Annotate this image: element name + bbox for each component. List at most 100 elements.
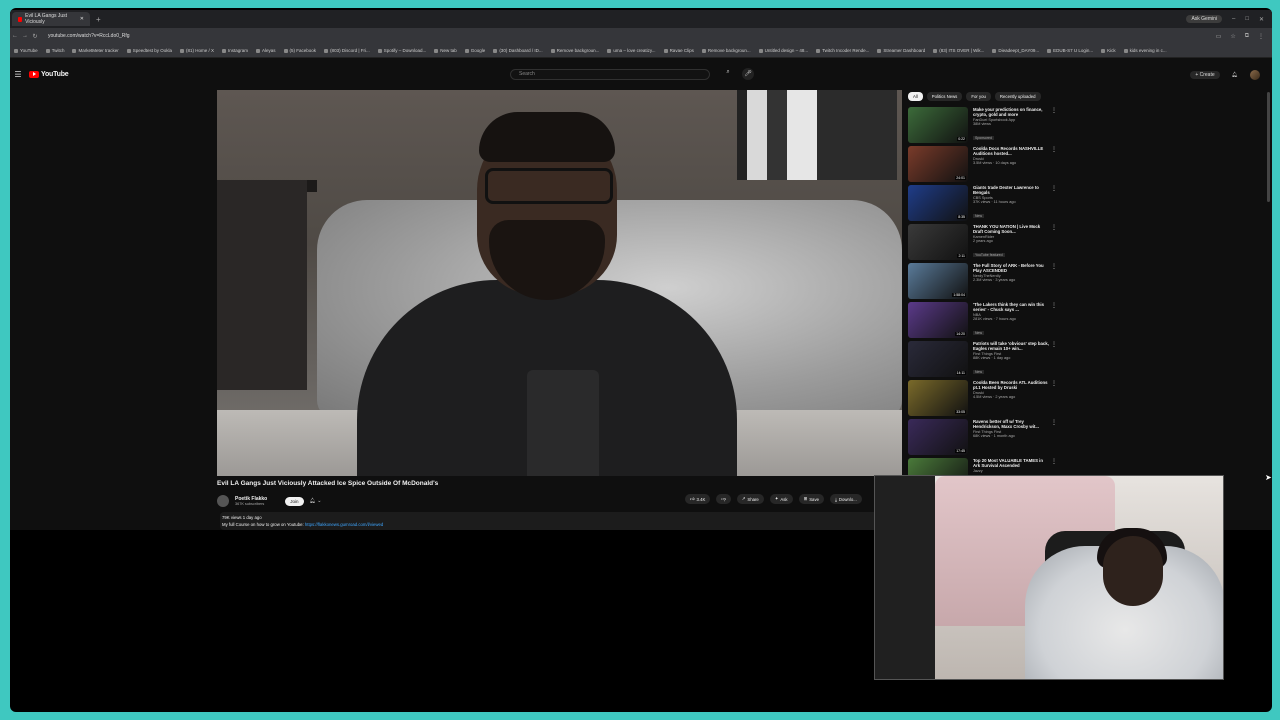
close-icon[interactable]: ✕ [80, 16, 84, 22]
filter-chip[interactable]: All [908, 92, 923, 101]
url-field[interactable]: youtube.com/watch?v=RccLdo0_Rfg [48, 33, 130, 39]
bookmark-item[interactable]: Kick [1101, 48, 1116, 53]
channel-avatar[interactable] [217, 495, 229, 507]
create-button[interactable]: + Create [1190, 71, 1220, 79]
back-icon[interactable]: ← [10, 33, 20, 39]
browser-tab[interactable]: Evil LA Gangs Just Viciously ✕ [12, 12, 90, 26]
bookmark-item[interactable]: New tab [434, 48, 457, 53]
more-options-icon[interactable]: ⋮ [1051, 146, 1057, 184]
recommendation-thumbnail[interactable]: 17:45 [908, 419, 968, 455]
reload-icon[interactable]: ↻ [30, 33, 40, 40]
bookmark-item[interactable]: (803) Discord | Fri... [324, 48, 370, 53]
bookmark-item[interactable]: Ravae Clips [663, 48, 694, 53]
recommendation-item[interactable]: 2:11 THANK YOU NATION | Live Mock Draft C… [908, 224, 1058, 262]
bookmark-item[interactable]: Dieadeept_DAY09... [992, 48, 1039, 53]
recommendation-item[interactable]: 8:35 Giants trade Dexter Lawrence to Beng… [908, 185, 1058, 223]
share-button[interactable]: ↗ Share [736, 494, 764, 504]
download-button[interactable]: ⤓ Downlo... [829, 494, 862, 504]
notifications-bell-icon[interactable]: 🔔︎ [1232, 72, 1238, 78]
recommendation-title[interactable]: Make your predictions on finance, crypto… [973, 107, 1049, 117]
save-button[interactable]: ⊞ Save [798, 494, 824, 504]
more-options-icon[interactable]: ⋮ [1051, 224, 1057, 262]
search-input[interactable]: Search [510, 69, 710, 80]
bookmark-item[interactable]: Speedtest by Ookla [126, 48, 172, 53]
recommendation-thumbnail[interactable]: 8:35 [908, 185, 968, 221]
bookmark-item[interactable]: Remove backgroun... [701, 48, 751, 53]
bookmark-item[interactable]: Remove backgroun... [550, 48, 599, 53]
video-player[interactable] [217, 90, 902, 476]
recommendation-item[interactable]: 14:11 Patriots will take 'obvious' step b… [908, 341, 1058, 379]
recommendation-item[interactable]: 24:01 Coolda Docs Records NASHVILLE Audit… [908, 146, 1058, 184]
more-options-icon[interactable]: ⋮ [1051, 263, 1057, 301]
bookmark-item[interactable]: uma – love creatizy... [607, 48, 656, 53]
subscription-bell-icon[interactable]: 🔔︎ ⌄ [310, 498, 322, 504]
recommendation-title[interactable]: 'The Lakers think they can win this seri… [973, 302, 1049, 312]
ask-gemini-button[interactable]: Ask Gemini [1186, 15, 1222, 23]
recommendation-title[interactable]: Patriots will take 'obvious' step back, … [973, 341, 1049, 351]
recommendation-item[interactable]: 17:45 Ravens better off w/ Trey Hendricks… [908, 419, 1058, 457]
recommendation-item[interactable]: 14:20 'The Lakers think they can win this… [908, 302, 1058, 340]
window-close-icon[interactable]: ✕ [1259, 16, 1264, 23]
ask-button[interactable]: ✦ Ask [769, 494, 793, 504]
menu-icon[interactable]: ⋮ [1258, 33, 1264, 40]
recommendation-item[interactable]: 33:05 Coolda Been Records ATL Auditions p… [908, 380, 1058, 418]
recommendation-thumbnail[interactable]: 0:22 [908, 107, 968, 143]
bookmark-item[interactable]: Instagram [222, 48, 248, 53]
recommendation-title[interactable]: Coolda Docs Records NASHVILLE Auditions … [973, 146, 1049, 156]
more-options-icon[interactable]: ⋮ [1051, 341, 1057, 379]
bookmark-item[interactable]: (5) Facebook [283, 48, 316, 53]
forward-icon[interactable]: → [20, 33, 30, 39]
bookmark-item[interactable]: Twitch Incoder Rende... [816, 48, 869, 53]
recommendation-item[interactable]: 1:58:04 The Full Story of ARK - Before Yo… [908, 263, 1058, 301]
recommendation-thumbnail[interactable]: 33:05 [908, 380, 968, 416]
recommendation-title[interactable]: THANK YOU NATION | Live Mock Draft Comin… [973, 224, 1049, 234]
description-link[interactable]: https://flakkonews.gumroad.com/l/viewed [305, 522, 383, 527]
join-button[interactable]: Join [285, 496, 304, 506]
recommendation-thumbnail[interactable]: 24:01 [908, 146, 968, 182]
bookmark-item[interactable]: Twitch [45, 48, 64, 53]
search-icon[interactable]: ⌕ [721, 69, 735, 80]
recommendation-title[interactable]: The Full Story of ARK - Before You Play … [973, 263, 1049, 273]
microphone-icon[interactable]: 🎤︎ [742, 68, 754, 80]
more-options-icon[interactable]: ⋮ [1051, 380, 1057, 418]
bookmark-item[interactable]: (30) Dashboard / ID... [493, 48, 543, 53]
extensions-icon[interactable]: ⧉ [1245, 33, 1249, 40]
minimize-icon[interactable]: – [1232, 16, 1235, 22]
dislike-button[interactable]: 👎︎ [716, 494, 731, 504]
youtube-logo[interactable]: YouTube [29, 70, 69, 78]
hamburger-menu-icon[interactable]: ☰ [13, 70, 23, 79]
bookmark-item[interactable]: Spotify – Download... [377, 48, 426, 53]
star-icon[interactable]: ☆ [1230, 33, 1235, 40]
filter-chip[interactable]: Politics News [926, 92, 963, 101]
bookmark-item[interactable]: Untitled design – 48... [758, 48, 808, 53]
video-description[interactable]: 79K views 1 day ago My full Course on ho… [220, 512, 890, 530]
more-options-icon[interactable]: ⋮ [1051, 302, 1057, 340]
recommendation-thumbnail[interactable]: 1:58:04 [908, 263, 968, 299]
maximize-icon[interactable]: □ [1245, 16, 1249, 22]
recommendation-thumbnail[interactable]: 14:11 [908, 341, 968, 377]
bookmark-item[interactable]: (81) Home / X [180, 48, 214, 53]
like-button[interactable]: 👍︎ 3.4K [685, 494, 711, 504]
bookmark-item[interactable]: YouTube [14, 48, 38, 53]
recommendation-thumbnail[interactable]: 2:11 [908, 224, 968, 260]
more-options-icon[interactable]: ⋮ [1051, 185, 1057, 223]
page-scrollbar[interactable] [1267, 92, 1270, 202]
recommendation-title[interactable]: Giants trade Dexter Lawrence to Bengals [973, 185, 1049, 195]
filter-chip[interactable]: For you [966, 92, 991, 101]
avatar[interactable] [1250, 70, 1260, 80]
bookmark-item[interactable]: kids evening in c... [1123, 48, 1167, 53]
more-options-icon[interactable]: ⋮ [1051, 419, 1057, 457]
bookmark-item[interactable]: EDUB-S7 U Login... [1047, 48, 1093, 53]
recommendation-title[interactable]: Ravens better off w/ Trey Hendrickson, M… [973, 419, 1049, 429]
recommendation-title[interactable]: Top 20 Most VALUABLE TAMES in Ark Surviv… [973, 458, 1049, 468]
bookmark-item[interactable]: MarketMeter tracker [72, 48, 119, 53]
bookmark-item[interactable]: Aleyas [256, 48, 276, 53]
cast-icon[interactable]: ▭ [1216, 33, 1222, 40]
new-tab-button[interactable]: + [96, 15, 101, 24]
more-options-icon[interactable]: ⋮ [1051, 107, 1057, 145]
bookmark-item[interactable]: Google [464, 48, 485, 53]
bookmark-item[interactable]: (83) ITS OVER | Wik... [933, 48, 984, 53]
bookmark-item[interactable]: Streamer Dashboard [877, 48, 925, 53]
recommendation-item[interactable]: 0:22 Make your predictions on finance, cr… [908, 107, 1058, 145]
recommendation-title[interactable]: Coolda Been Records ATL Auditions pt.1 H… [973, 380, 1049, 390]
